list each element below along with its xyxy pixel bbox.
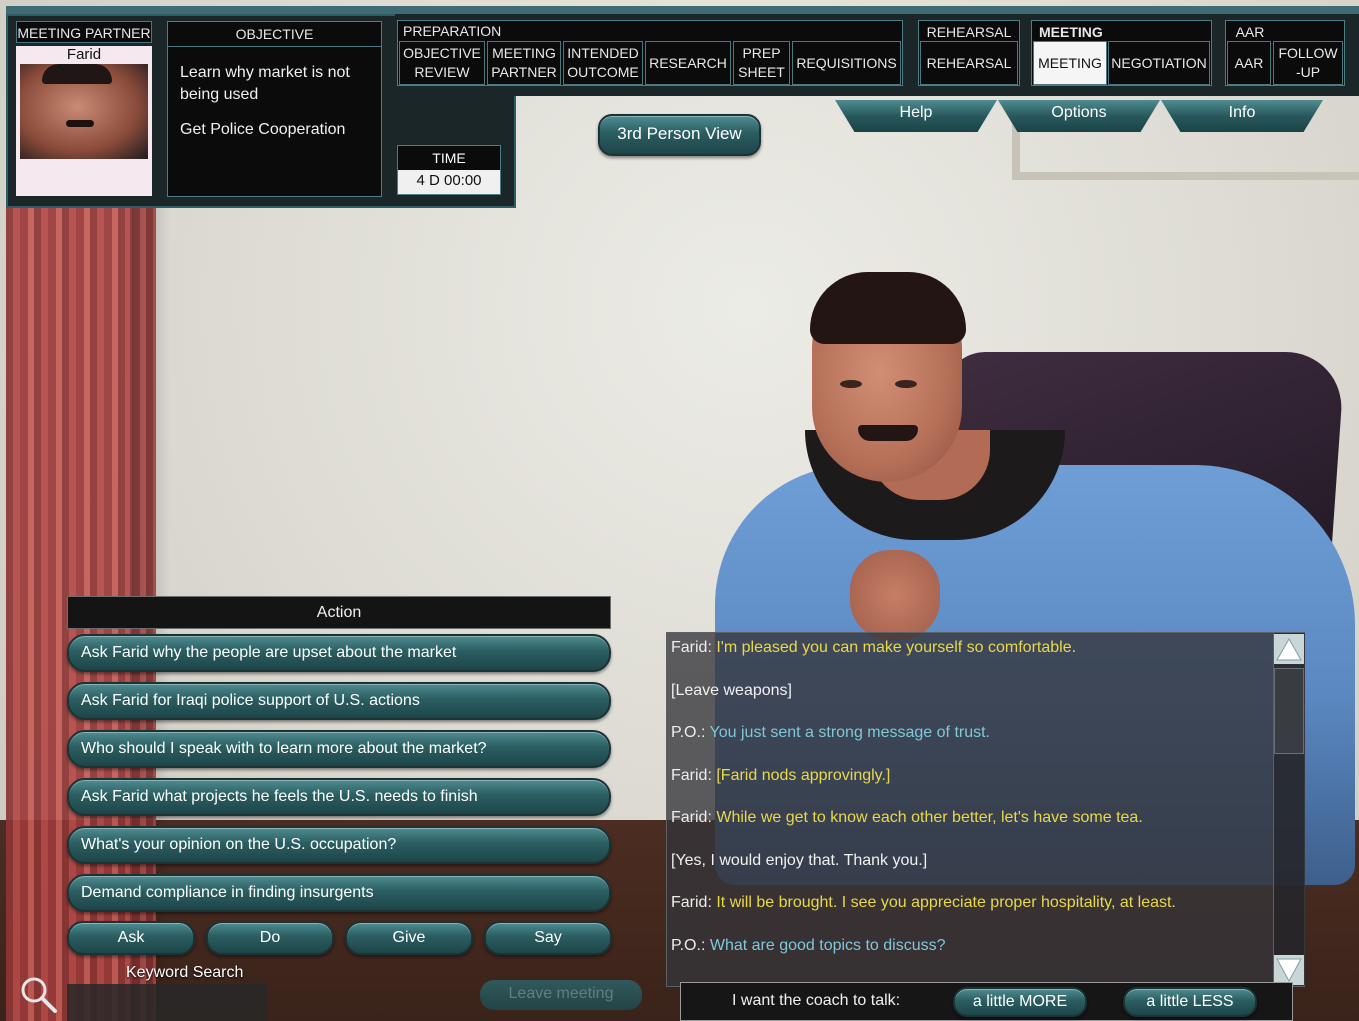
log-line: Farid: While we get to know each other b… <box>671 809 1143 826</box>
nav-follow-up[interactable]: FOLLOW -UP <box>1273 41 1343 85</box>
time-title: TIME <box>398 146 500 171</box>
log-line: [Yes, I would enjoy that. Thank you.] <box>671 852 928 869</box>
tab-help[interactable]: Help <box>835 100 997 132</box>
objective-line-2: being used <box>180 86 259 103</box>
log-line: P.O.: You just sent a strong message of … <box>671 724 990 741</box>
coach-less-button[interactable]: a little LESS <box>1123 987 1257 1017</box>
log-line: Farid: It will be brought. I see you app… <box>671 894 1176 911</box>
log-scroll-thumb[interactable] <box>1274 668 1304 754</box>
scroll-up-button[interactable] <box>1274 634 1304 664</box>
time-panel: TIME 4 D 00:00 <box>397 145 501 195</box>
character-hand <box>850 550 940 640</box>
preparation-title: PREPARATION <box>403 23 502 39</box>
objective-line-1: Learn why market is not <box>180 64 350 81</box>
triangle-up-icon <box>1276 637 1302 661</box>
objective-title: OBJECTIVE <box>168 22 381 47</box>
magnifier-icon[interactable] <box>18 974 58 1014</box>
keyword-search-input[interactable] <box>67 984 267 1021</box>
nav-research[interactable]: RESEARCH <box>645 41 731 85</box>
meeting-partner-title: MEETING PARTNER <box>16 21 152 43</box>
third-person-view-button[interactable]: 3rd Person View <box>598 114 761 156</box>
objective-line-3: Get Police Cooperation <box>180 121 346 138</box>
say-button[interactable]: Say <box>484 921 612 955</box>
nav-prep-sheet[interactable]: PREP SHEET <box>733 41 790 85</box>
action-title: Action <box>67 596 611 629</box>
do-button[interactable]: Do <box>206 921 334 955</box>
nav-meeting[interactable]: MEETING <box>1033 41 1107 85</box>
log-line: Farid: [Farid nods approvingly.] <box>671 767 891 784</box>
nav-aar[interactable]: AAR <box>1227 41 1271 85</box>
rehearsal-title: REHEARSAL <box>920 22 1018 42</box>
scroll-down-button[interactable] <box>1274 955 1304 985</box>
leave-meeting-button[interactable]: Leave meeting <box>480 980 642 1010</box>
nav-requisitions[interactable]: REQUISITIONS <box>792 41 901 85</box>
nav-negotiation[interactable]: NEGOTIATION <box>1108 41 1210 85</box>
ask-button[interactable]: Ask <box>67 921 195 955</box>
nav-rehearsal[interactable]: REHEARSAL <box>920 41 1018 85</box>
triangle-down-icon <box>1276 958 1302 983</box>
action-item[interactable]: Who should I speak with to learn more ab… <box>67 730 611 768</box>
tab-options[interactable]: Options <box>998 100 1160 132</box>
coach-more-button[interactable]: a little MORE <box>953 987 1087 1017</box>
log-line: P.O.: What are good topics to discuss? <box>671 937 946 954</box>
log-line: Farid: I'm pleased you can make yourself… <box>671 639 1077 656</box>
meeting-partner-name: Farid <box>66 46 102 63</box>
tab-info[interactable]: Info <box>1161 100 1323 132</box>
nav-objective-review[interactable]: OBJECTIVE REVIEW <box>399 41 485 85</box>
give-button[interactable]: Give <box>345 921 473 955</box>
action-item[interactable]: Ask Farid why the people are upset about… <box>67 634 611 672</box>
keyword-search-label: Keyword Search <box>126 964 244 981</box>
nav-intended-outcome[interactable]: INTENDED OUTCOME <box>563 41 643 85</box>
action-item[interactable]: What's your opinion on the U.S. occupati… <box>67 826 611 864</box>
time-value: 4 D 00:00 <box>398 170 500 194</box>
coach-label: I want the coach to talk: <box>732 992 901 1009</box>
nav-meeting-partner[interactable]: MEETING PARTNER <box>487 41 561 85</box>
action-item[interactable]: Ask Farid for Iraqi police support of U.… <box>67 682 611 720</box>
log-line: [Leave weapons] <box>671 682 792 699</box>
action-item[interactable]: Ask Farid what projects he feels the U.S… <box>67 778 611 816</box>
meeting-title: MEETING <box>1033 22 1113 42</box>
objective-panel: OBJECTIVE Learn why market is not being … <box>167 21 382 197</box>
aar-title: AAR <box>1227 22 1273 42</box>
action-item[interactable]: Demand compliance in finding insurgents <box>67 874 611 912</box>
